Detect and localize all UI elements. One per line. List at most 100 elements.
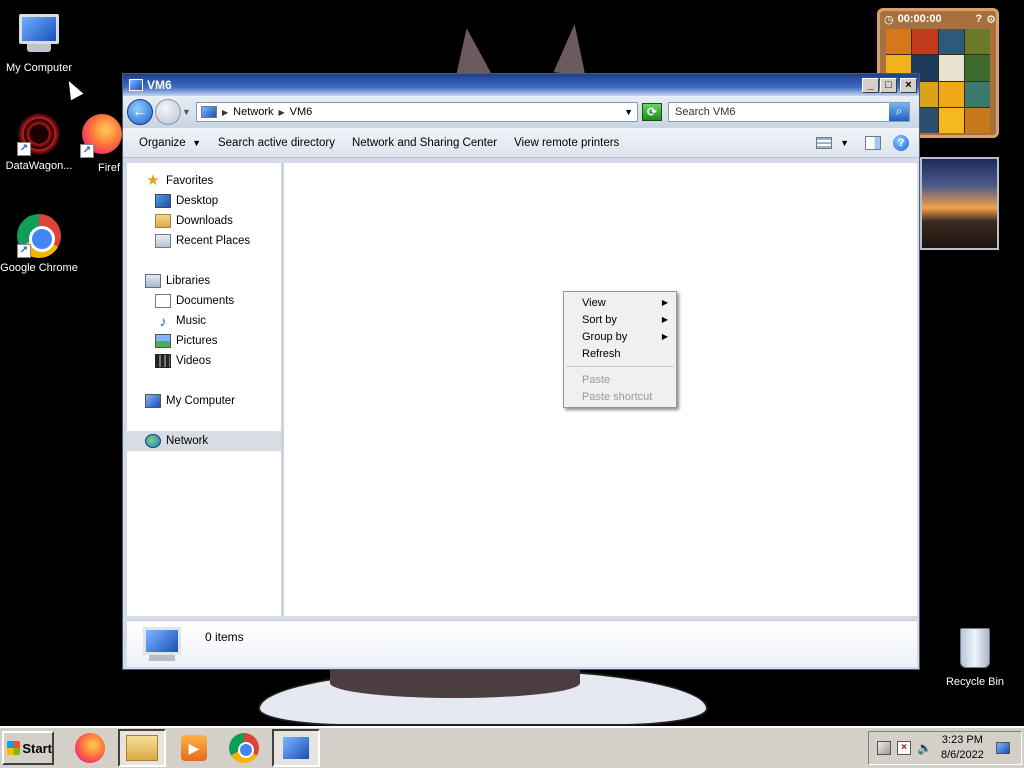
minimize-button[interactable]: _ [862, 77, 879, 93]
refresh-button[interactable]: ⟳ [642, 103, 662, 121]
desktop-icon-google-chrome[interactable]: ↗ Google Chrome [0, 214, 78, 274]
help-icon[interactable]: ? [893, 134, 909, 151]
music-icon: ♪ [159, 313, 167, 329]
wallpaper-ear-left [448, 25, 492, 79]
puzzle-tile[interactable] [886, 29, 912, 55]
maximize-button[interactable]: □ [880, 77, 897, 93]
puzzle-gadget-bar: ◷ 00:00:00 ? ⚙ [880, 11, 996, 27]
documents-icon [155, 294, 171, 308]
menu-item-sort-by[interactable]: Sort by ▶ [564, 311, 676, 328]
search-icon[interactable]: ⌕ [889, 103, 909, 121]
explorer-window: VM6 _ □ × ← ▼ ▶ Network ▶ VM6 ▼ ⟳ Search… [122, 73, 920, 670]
chevron-down-icon[interactable]: ▼ [840, 138, 849, 148]
nav-documents[interactable]: Documents [127, 291, 281, 311]
view-remote-printers-button[interactable]: View remote printers [514, 137, 619, 149]
address-row: ← ▼ ▶ Network ▶ VM6 ▼ ⟳ Search VM6 ⌕ [123, 96, 919, 128]
taskbar-media-player[interactable]: ▶ [172, 729, 216, 767]
nav-music[interactable]: ♪ Music [127, 311, 281, 331]
mouse-cursor-icon [62, 77, 84, 101]
forward-button[interactable] [155, 99, 181, 125]
network-status-icon[interactable] [877, 741, 891, 755]
taskbar-explorer[interactable] [118, 729, 166, 767]
wallpaper-ear-right [553, 22, 591, 76]
network-icon [201, 106, 217, 118]
firefox-icon: ↗ [80, 114, 124, 158]
search-active-directory-button[interactable]: Search active directory [218, 137, 335, 149]
title-bar[interactable]: VM6 _ □ × [123, 74, 919, 96]
taskbar-firefox[interactable] [68, 729, 112, 767]
show-desktop-icon[interactable] [995, 742, 1010, 754]
pictures-icon [155, 334, 171, 348]
puzzle-tile[interactable] [938, 55, 964, 81]
taskbar-network-window[interactable] [272, 729, 320, 767]
clock-time: 3:23 PM [941, 734, 983, 746]
chevron-right-icon: ▶ [661, 315, 668, 324]
menu-item-view[interactable]: View ▶ [564, 294, 676, 311]
network-icon [281, 735, 311, 761]
puzzle-tile[interactable] [964, 81, 990, 107]
history-dropdown-icon[interactable]: ▼ [182, 107, 192, 117]
network-icon [145, 434, 161, 448]
desktop-icon-label: Google Chrome [0, 262, 78, 274]
context-menu: View ▶ Sort by ▶ Group by ▶ Refresh Paste P… [563, 291, 677, 408]
puzzle-tile[interactable] [938, 107, 964, 133]
breadcrumb-network[interactable]: Network [233, 106, 273, 118]
desktop-icon-datawagon[interactable]: ↗ DataWagon... [0, 112, 78, 172]
computer-icon [143, 627, 185, 663]
videos-icon [155, 354, 171, 368]
nav-my-computer[interactable]: My Computer [127, 391, 281, 411]
nav-favorites[interactable]: ★ Favorites [127, 171, 281, 191]
menu-item-refresh[interactable]: Refresh [564, 345, 676, 362]
puzzle-tile[interactable] [964, 55, 990, 81]
desktop-icon-firefox[interactable]: ↗ Firef [80, 112, 124, 174]
desktop-icon [155, 194, 171, 208]
desktop-icon-my-computer[interactable]: My Computer [0, 10, 78, 74]
preview-pane-icon[interactable] [865, 135, 881, 150]
media-player-icon: ▶ [181, 735, 207, 761]
slideshow-gadget[interactable] [920, 157, 999, 250]
network-sharing-center-button[interactable]: Network and Sharing Center [352, 137, 497, 149]
start-button[interactable]: Start [2, 731, 54, 765]
navigation-pane: ★ Favorites Desktop Downloads Recent Plac… [127, 163, 284, 616]
menu-item-group-by[interactable]: Group by ▶ [564, 328, 676, 345]
system-tray: × 🔈 3:23 PM 8/6/2022 [868, 731, 1022, 765]
nav-desktop[interactable]: Desktop [127, 191, 281, 211]
breadcrumb-vm6[interactable]: VM6 [290, 106, 313, 118]
nav-recent-places[interactable]: Recent Places [127, 231, 281, 251]
nav-libraries[interactable]: Libraries [127, 271, 281, 291]
help-icon[interactable]: ? [975, 13, 982, 25]
search-placeholder: Search VM6 [675, 106, 736, 118]
clock[interactable]: 3:23 PM 8/6/2022 [941, 733, 984, 763]
address-bar[interactable]: ▶ Network ▶ VM6 ▼ [196, 102, 638, 122]
firefox-icon [75, 733, 105, 763]
address-dropdown-icon[interactable]: ▼ [624, 107, 633, 117]
puzzle-tile[interactable] [964, 107, 990, 133]
nav-downloads[interactable]: Downloads [127, 211, 281, 231]
nav-pictures[interactable]: Pictures [127, 331, 281, 351]
datawagon-icon: ↗ [17, 112, 61, 156]
desktop-icon-recycle-bin[interactable]: Recycle Bin [936, 626, 1014, 688]
taskbar-chrome[interactable] [222, 729, 266, 767]
nav-videos[interactable]: Videos [127, 351, 281, 371]
nav-network[interactable]: Network [127, 431, 281, 451]
volume-icon[interactable]: 🔈 [917, 741, 932, 755]
computer-icon [17, 14, 61, 58]
back-button[interactable]: ← [127, 99, 153, 125]
settings-icon[interactable]: ⚙ [986, 13, 996, 26]
menu-separator [566, 366, 674, 367]
views-icon[interactable] [816, 136, 833, 149]
item-count: 0 items [205, 630, 244, 644]
search-input[interactable]: Search VM6 ⌕ [668, 102, 910, 122]
puzzle-timer: 00:00:00 [897, 13, 942, 25]
close-button[interactable]: × [900, 77, 917, 93]
recycle-bin-icon [953, 628, 997, 672]
puzzle-tile[interactable] [938, 81, 964, 107]
organize-button[interactable]: Organize ▼ [139, 137, 201, 149]
command-bar: Organize ▼ Search active directory Netwo… [123, 128, 919, 158]
chevron-right-icon[interactable]: ▶ [222, 108, 228, 117]
puzzle-tile[interactable] [964, 29, 990, 55]
action-center-icon[interactable]: × [897, 741, 911, 755]
puzzle-tile[interactable] [912, 29, 938, 55]
puzzle-tile[interactable] [938, 29, 964, 55]
chevron-right-icon[interactable]: ▶ [279, 108, 285, 117]
